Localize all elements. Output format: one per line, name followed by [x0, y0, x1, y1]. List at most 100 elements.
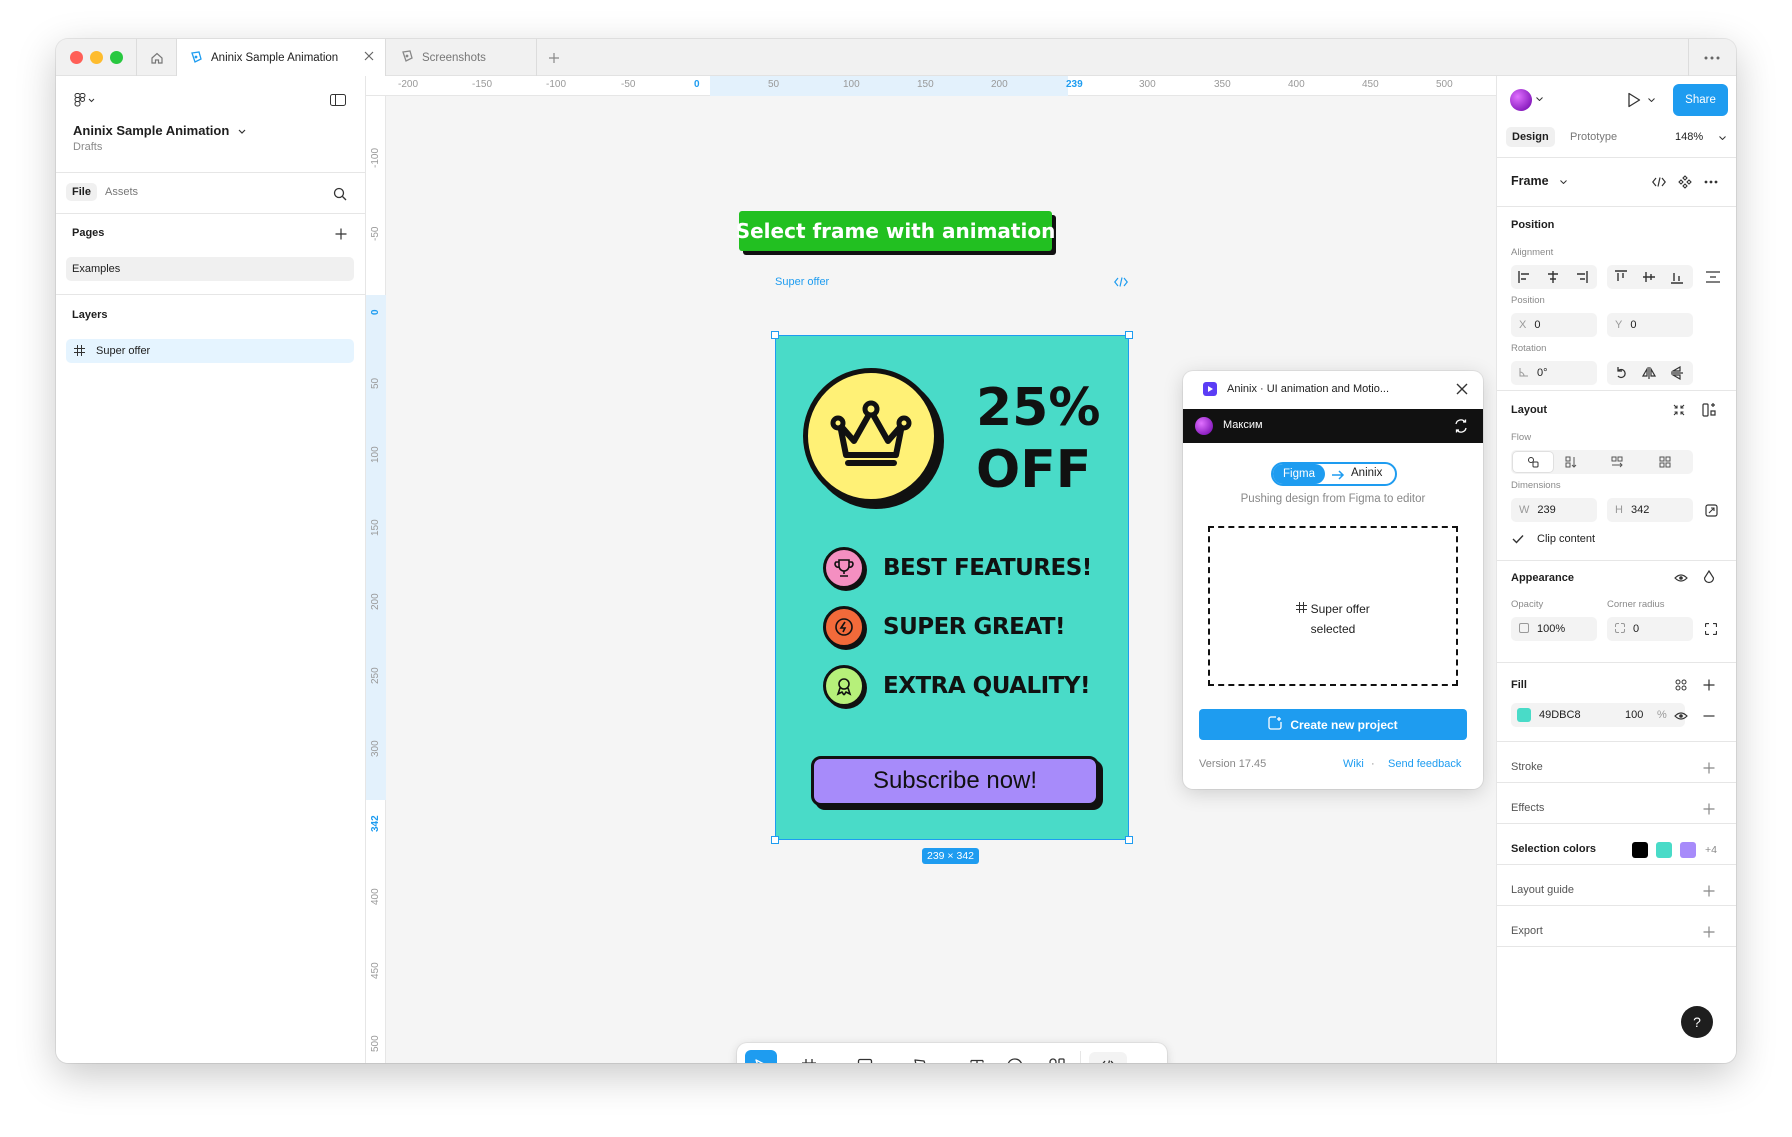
chevron-down-icon[interactable]: [779, 1061, 787, 1063]
add-stroke-plus-icon[interactable]: [1701, 760, 1717, 776]
code-icon[interactable]: [1651, 174, 1667, 190]
subscribe-button[interactable]: Subscribe now!: [811, 756, 1099, 806]
play-prototype-icon[interactable]: [1624, 90, 1644, 110]
frame-name-label[interactable]: Super offer: [775, 276, 829, 288]
resize-handle[interactable]: [1125, 836, 1133, 844]
text-tool-icon[interactable]: [965, 1054, 989, 1063]
add-fill-plus-icon[interactable]: [1701, 677, 1717, 693]
rotate-90-icon[interactable]: [1613, 365, 1629, 381]
close-window-button[interactable]: [70, 51, 83, 64]
create-new-project-button[interactable]: Create new project: [1199, 709, 1467, 740]
chevron-down-icon[interactable]: [1717, 133, 1727, 143]
flow-vertical-icon[interactable]: [1563, 454, 1579, 470]
chevron-down-icon[interactable]: [1558, 177, 1568, 187]
selection-colors-more[interactable]: +4: [1705, 844, 1717, 856]
chevron-down-icon[interactable]: [1029, 1061, 1037, 1063]
super-offer-frame[interactable]: 25% OFF BEST FEATURES! SUPER GREAT! EXTR…: [775, 335, 1129, 840]
collapse-layout-icon[interactable]: [1671, 402, 1687, 418]
chevron-down-icon[interactable]: [879, 1061, 887, 1063]
visibility-eye-icon[interactable]: [1673, 570, 1689, 586]
resize-handle[interactable]: [771, 331, 779, 339]
y-field[interactable]: Y0: [1607, 313, 1693, 337]
chevron-down-icon[interactable]: [823, 1061, 831, 1063]
add-layout-guide-plus-icon[interactable]: [1701, 883, 1717, 899]
close-icon[interactable]: [1455, 382, 1469, 396]
styles-grid-icon[interactable]: [1673, 677, 1689, 693]
resize-to-fit-icon[interactable]: [1703, 502, 1719, 518]
height-field[interactable]: H 342: [1607, 498, 1693, 522]
send-feedback-link[interactable]: Send feedback: [1388, 758, 1461, 770]
tab-aninix-sample-animation[interactable]: Aninix Sample Animation: [176, 39, 386, 77]
more-menu-icon[interactable]: [1689, 39, 1735, 76]
clip-content-checkbox[interactable]: [1511, 532, 1525, 546]
flip-vertical-icon[interactable]: [1669, 365, 1685, 381]
more-options-icon[interactable]: [1701, 174, 1721, 190]
layer-item-super-offer[interactable]: Super offer: [66, 339, 354, 363]
move-tool-button[interactable]: [745, 1050, 777, 1063]
minimize-window-button[interactable]: [90, 51, 103, 64]
wiki-link[interactable]: Wiki: [1343, 758, 1364, 770]
rectangle-tool-icon[interactable]: [853, 1054, 877, 1063]
chevron-down-icon[interactable]: [1646, 95, 1656, 105]
selection-color-swatch[interactable]: [1680, 842, 1696, 858]
figma-menu-icon[interactable]: [70, 88, 100, 112]
share-button[interactable]: Share: [1673, 84, 1728, 116]
resources-tool-icon[interactable]: [1045, 1054, 1069, 1063]
auto-layout-icon[interactable]: [1701, 402, 1717, 418]
flow-horizontal-icon[interactable]: [1609, 454, 1625, 470]
flip-horizontal-icon[interactable]: [1641, 365, 1657, 381]
align-top-icon[interactable]: [1613, 269, 1629, 285]
component-icon[interactable]: [1677, 174, 1693, 190]
chevron-down-icon[interactable]: [236, 125, 248, 137]
blend-mode-drop-icon[interactable]: [1701, 569, 1717, 585]
add-export-plus-icon[interactable]: [1701, 924, 1717, 940]
tab-design[interactable]: Design: [1506, 127, 1555, 147]
selection-color-swatch[interactable]: [1656, 842, 1672, 858]
flow-freeform-icon[interactable]: [1513, 452, 1553, 472]
flow-wrap-icon[interactable]: [1657, 454, 1673, 470]
frame-title[interactable]: Frame: [1511, 174, 1549, 188]
help-button[interactable]: ?: [1681, 1006, 1713, 1038]
pen-tool-icon[interactable]: [909, 1054, 933, 1063]
page-item-examples[interactable]: Examples: [66, 257, 354, 281]
distribute-icon[interactable]: [1705, 269, 1721, 285]
align-center-h-icon[interactable]: [1545, 269, 1561, 285]
new-tab-plus-icon[interactable]: [536, 39, 572, 76]
align-right-icon[interactable]: [1573, 269, 1589, 285]
x-field[interactable]: X0: [1511, 313, 1597, 337]
fill-visibility-eye-icon[interactable]: [1673, 708, 1689, 724]
selection-color-swatch[interactable]: [1632, 842, 1648, 858]
add-page-plus-icon[interactable]: [333, 226, 349, 242]
tab-file[interactable]: File: [66, 183, 97, 201]
tab-assets[interactable]: Assets: [105, 186, 138, 198]
project-name[interactable]: Aninix Sample Animation: [73, 123, 229, 138]
align-left-icon[interactable]: [1517, 269, 1533, 285]
avatar[interactable]: [1195, 417, 1213, 435]
independent-corners-icon[interactable]: [1703, 621, 1719, 637]
resize-handle[interactable]: [771, 836, 779, 844]
tab-screenshots[interactable]: Screenshots: [386, 39, 536, 76]
resize-handle[interactable]: [1125, 331, 1133, 339]
fill-field[interactable]: 49DBC8 100 %: [1511, 703, 1685, 727]
switch-account-icon[interactable]: [1453, 418, 1469, 434]
frame-tool-icon[interactable]: [797, 1054, 821, 1063]
remove-fill-minus-icon[interactable]: [1701, 708, 1717, 724]
chevron-down-icon[interactable]: [1534, 94, 1544, 104]
chevron-down-icon[interactable]: [935, 1061, 943, 1063]
toggle-sidebar-icon[interactable]: [326, 88, 350, 112]
dev-mode-toggle[interactable]: [1089, 1052, 1127, 1063]
comment-tool-icon[interactable]: [1003, 1054, 1027, 1063]
search-icon[interactable]: [332, 186, 348, 202]
add-effect-plus-icon[interactable]: [1701, 801, 1717, 817]
tab-prototype[interactable]: Prototype: [1570, 131, 1617, 143]
close-tab-icon[interactable]: [363, 50, 375, 65]
avatar[interactable]: [1510, 89, 1532, 111]
width-field[interactable]: W 239: [1511, 498, 1597, 522]
zoom-level[interactable]: 148%: [1675, 131, 1703, 143]
fill-swatch[interactable]: [1517, 708, 1531, 722]
maximize-window-button[interactable]: [110, 51, 123, 64]
opacity-field[interactable]: 100%: [1511, 617, 1597, 641]
align-middle-icon[interactable]: [1641, 269, 1657, 285]
align-bottom-icon[interactable]: [1669, 269, 1685, 285]
code-icon[interactable]: [1113, 275, 1129, 289]
